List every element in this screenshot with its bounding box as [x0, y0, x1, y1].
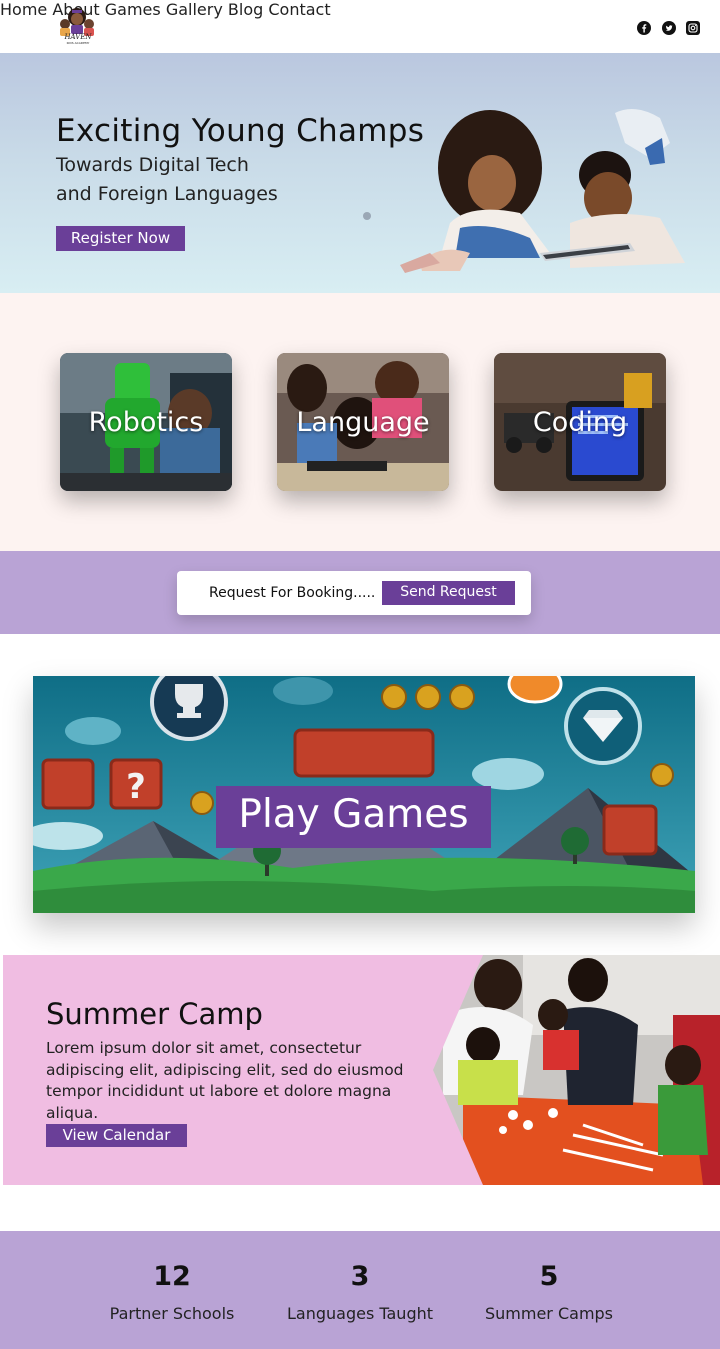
categories-section: Robotics Language Coding [0, 293, 720, 551]
carousel-dot[interactable] [363, 212, 371, 220]
logo[interactable]: HAVEN KIDS ACADEMY [54, 4, 100, 46]
instagram-icon[interactable] [686, 21, 700, 35]
play-games-banner[interactable]: ? Play Games [33, 676, 695, 913]
summer-camp-title: Summer Camp [46, 997, 263, 1031]
hero-subtitle-line1: Towards Digital Tech [56, 154, 249, 176]
view-calendar-button[interactable]: View Calendar [46, 1124, 187, 1147]
language-label: Language [296, 407, 430, 438]
logo-text: HAVEN [64, 33, 92, 41]
language-card[interactable]: Language [277, 353, 449, 491]
stat-partner-schools: 12 Partner Schools [72, 1261, 272, 1323]
hero-subtitle-line2: and Foreign Languages [56, 183, 278, 205]
play-games-label[interactable]: Play Games [216, 786, 491, 848]
stat-label: Languages Taught [286, 1304, 434, 1323]
svg-text:?: ? [126, 767, 146, 807]
summer-camp-image [433, 955, 720, 1185]
stat-summer-camps: 5 Summer Camps [449, 1261, 649, 1323]
stat-number: 5 [539, 1261, 559, 1292]
robotics-label: Robotics [88, 407, 204, 438]
twitter-icon[interactable] [662, 21, 676, 35]
facebook-icon[interactable] [637, 21, 651, 35]
stat-number: 12 [153, 1261, 191, 1292]
summer-camp-section: Summer Camp Lorem ipsum dolor sit amet, … [3, 955, 720, 1185]
booking-text: Request For Booking..... [209, 585, 376, 601]
site-header: HAVEN KIDS ACADEMY Home About Games Gall… [0, 0, 720, 53]
robotics-card[interactable]: Robotics [60, 353, 232, 491]
coding-card[interactable]: Coding [494, 353, 666, 491]
booking-section: Request For Booking..... Send Request [0, 551, 720, 634]
nav-blog[interactable]: Blog [228, 0, 263, 19]
booking-box: Request For Booking..... Send Request [177, 571, 531, 615]
nav-gallery[interactable]: Gallery [166, 0, 223, 19]
register-now-button[interactable]: Register Now [56, 226, 185, 251]
summer-camp-description: Lorem ipsum dolor sit amet, consectetur … [46, 1039, 404, 1122]
stat-number: 3 [350, 1261, 370, 1292]
stat-label: Summer Camps [484, 1304, 614, 1323]
nav-contact[interactable]: Contact [268, 0, 330, 19]
stats-section: 12 Partner Schools 3 Languages Taught 5 … [0, 1231, 720, 1349]
send-request-button[interactable]: Send Request [382, 581, 515, 605]
hero-kids-image [400, 109, 685, 273]
coding-label: Coding [532, 407, 628, 438]
nav-home[interactable]: Home [0, 0, 47, 19]
stat-languages-taught: 3 Languages Taught [260, 1261, 460, 1323]
stat-label: Partner Schools [109, 1304, 235, 1323]
logo-subtext: KIDS ACADEMY [66, 41, 90, 45]
nav-games[interactable]: Games [105, 0, 161, 19]
hero-title: Exciting Young Champs [56, 113, 425, 149]
hero-banner: Exciting Young Champs Towards Digital Te… [0, 53, 720, 293]
